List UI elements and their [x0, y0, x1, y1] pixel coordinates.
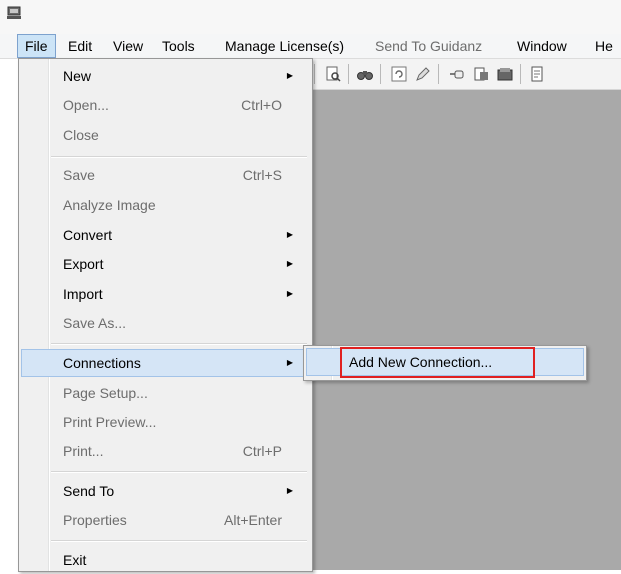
- menu-item-shortcut: Ctrl+O: [241, 97, 282, 113]
- menu-send-to-guidanz[interactable]: Send To Guidanz: [368, 35, 489, 57]
- toolbar: [312, 59, 621, 90]
- file-menu-import[interactable]: Import ▶: [21, 280, 309, 308]
- print-preview-icon[interactable]: [324, 65, 342, 83]
- menu-item-label: Print Preview...: [63, 414, 157, 430]
- submenu-arrow-icon: ▶: [286, 259, 293, 268]
- menu-window[interactable]: Window: [510, 35, 574, 57]
- file-menu-send-to[interactable]: Send To ▶: [21, 477, 309, 505]
- file-menu-save-as[interactable]: Save As...: [21, 309, 309, 337]
- file-menu-new[interactable]: New ▶: [21, 62, 309, 90]
- menu-bar: File Edit View Tools Manage License(s) S…: [0, 34, 621, 59]
- menu-item-label: Properties: [63, 512, 127, 528]
- submenu-arrow-icon: ▶: [286, 486, 293, 495]
- menu-item-label: Open...: [63, 97, 109, 113]
- toolbar-separator: [438, 64, 439, 84]
- file-menu-analyze-image[interactable]: Analyze Image: [21, 191, 309, 219]
- menu-help[interactable]: He: [588, 35, 620, 57]
- menu-manage-licenses[interactable]: Manage License(s): [218, 35, 351, 57]
- submenu-arrow-icon: ▶: [286, 71, 293, 80]
- menu-item-label: Import: [63, 286, 103, 302]
- title-bar: [0, 0, 621, 34]
- refresh-icon[interactable]: [390, 65, 408, 83]
- menu-item-shortcut: Ctrl+S: [242, 167, 282, 183]
- file-menu-convert[interactable]: Convert ▶: [21, 221, 309, 249]
- menu-item-label: Send To: [63, 483, 115, 499]
- menu-separator: [51, 156, 307, 158]
- menu-item-label: New: [63, 68, 92, 84]
- menu-item-label: Convert: [63, 227, 113, 243]
- file-menu-save[interactable]: Save Ctrl+S: [21, 161, 309, 189]
- submenu-arrow-icon: ▶: [286, 289, 293, 298]
- menu-separator: [51, 471, 307, 473]
- toolbar-separator: [348, 64, 349, 84]
- toolbar-separator: [314, 64, 315, 84]
- menu-item-label: Export: [63, 256, 104, 272]
- menu-item-label: Connections: [63, 355, 141, 371]
- menu-item-label: Page Setup...: [63, 385, 148, 401]
- scan-icon[interactable]: [496, 65, 514, 83]
- submenu-arrow-icon: ▶: [286, 230, 293, 239]
- find-icon[interactable]: [356, 65, 374, 83]
- highlight-callout-box: [340, 347, 535, 378]
- menu-item-label: Save: [63, 167, 95, 183]
- file-menu-close[interactable]: Close: [21, 121, 309, 149]
- submenu-arrow-icon: ▶: [286, 358, 293, 367]
- menu-file[interactable]: File: [17, 34, 56, 58]
- file-menu-print[interactable]: Print... Ctrl+P: [21, 437, 309, 465]
- app-computer-icon[interactable]: [7, 6, 21, 20]
- edit-icon[interactable]: [414, 65, 432, 83]
- convert-icon[interactable]: [472, 65, 490, 83]
- connect-icon[interactable]: [448, 65, 466, 83]
- file-menu-dropdown: New ▶ Open... Ctrl+O Close Save Ctrl+S A…: [18, 58, 313, 572]
- menu-item-label: Save As...: [63, 315, 127, 331]
- menu-edit[interactable]: Edit: [61, 35, 99, 57]
- menu-view[interactable]: View: [106, 35, 150, 57]
- toolbar-separator: [520, 64, 521, 84]
- file-menu-export[interactable]: Export ▶: [21, 250, 309, 278]
- file-menu-page-setup[interactable]: Page Setup...: [21, 379, 309, 407]
- menu-item-label: Print...: [63, 443, 104, 459]
- file-menu-open[interactable]: Open... Ctrl+O: [21, 91, 309, 119]
- menu-item-label: Analyze Image: [63, 197, 156, 213]
- menu-item-label: Close: [63, 127, 99, 143]
- workspace-area[interactable]: [312, 90, 621, 570]
- menu-item-shortcut: Ctrl+P: [242, 443, 282, 459]
- menu-separator: [51, 343, 307, 345]
- file-menu-print-preview[interactable]: Print Preview...: [21, 408, 309, 436]
- menu-separator: [51, 540, 307, 542]
- document-icon[interactable]: [528, 65, 546, 83]
- menu-item-shortcut: Alt+Enter: [224, 512, 282, 528]
- menu-tools[interactable]: Tools: [155, 35, 202, 57]
- file-menu-connections[interactable]: Connections ▶: [21, 349, 309, 377]
- toolbar-separator: [380, 64, 381, 84]
- file-menu-properties[interactable]: Properties Alt+Enter: [21, 506, 309, 534]
